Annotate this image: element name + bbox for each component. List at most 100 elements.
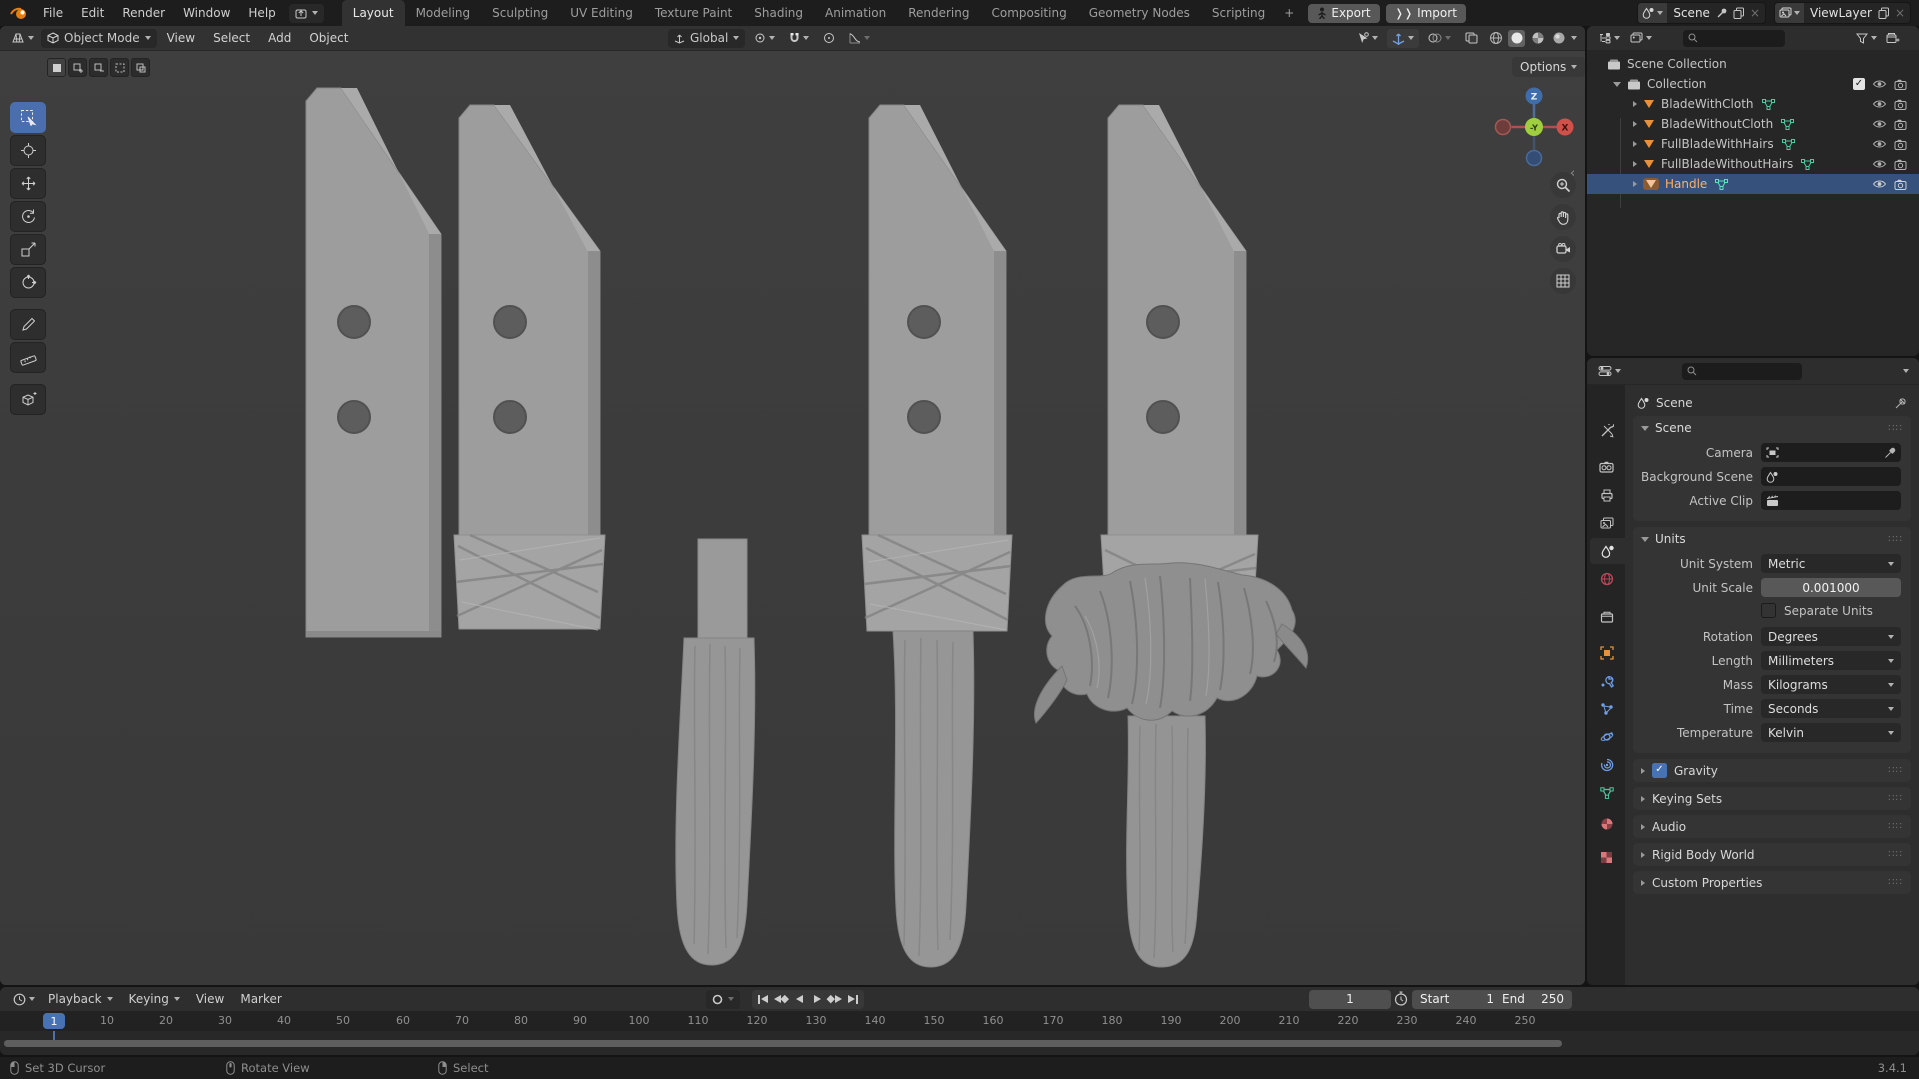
timeline-scrollbar[interactable]: [4, 1040, 1562, 1047]
pin-icon[interactable]: [1716, 7, 1728, 19]
panel-units-header[interactable]: Units ∷∷: [1633, 527, 1911, 551]
options-button[interactable]: Options: [1512, 57, 1585, 77]
scene-icon[interactable]: [1638, 3, 1668, 23]
tab-world[interactable]: [1590, 566, 1623, 592]
panel-gravity[interactable]: ✓ Gravity ∷∷: [1633, 759, 1911, 782]
tab-sculpting[interactable]: Sculpting: [481, 0, 559, 26]
zoom-icon[interactable]: [1550, 172, 1576, 198]
tool-cursor[interactable]: [10, 135, 46, 166]
panel-scene-header[interactable]: Scene ∷∷: [1633, 416, 1911, 440]
current-frame-field[interactable]: 1: [1309, 989, 1391, 1009]
menu-keying[interactable]: Keying: [121, 992, 188, 1006]
timeline-editor-icon[interactable]: [8, 990, 40, 1009]
mass-dropdown[interactable]: Kilograms: [1761, 675, 1901, 694]
mode-dropdown[interactable]: Object Mode: [41, 28, 157, 48]
temperature-dropdown[interactable]: Kelvin: [1761, 723, 1901, 742]
tab-modeling[interactable]: Modeling: [405, 0, 482, 26]
menu-file[interactable]: File: [34, 0, 72, 26]
add-workspace-button[interactable]: +: [1276, 6, 1302, 20]
jump-to-start-button[interactable]: [754, 991, 772, 1008]
hide-icon[interactable]: [1872, 79, 1887, 89]
visibility-dropdown[interactable]: [1352, 29, 1383, 48]
rotation-dropdown[interactable]: Degrees: [1761, 627, 1901, 646]
panel-grip[interactable]: ∷∷: [1888, 534, 1903, 545]
outliner-row-fullbladewithouthairs[interactable]: FullBladeWithoutHairs: [1587, 154, 1919, 174]
tab-object[interactable]: [1590, 640, 1623, 666]
length-dropdown[interactable]: Millimeters: [1761, 651, 1901, 670]
timeline-ruler[interactable]: 10 20 30 40 50 60 70 80 90 100 110 120 1…: [0, 1011, 1919, 1031]
outliner-row-bladewithoutcloth[interactable]: BladeWithoutCloth: [1587, 114, 1919, 134]
camera-disable-icon[interactable]: [1894, 79, 1907, 90]
shading-solid-button[interactable]: [1508, 29, 1525, 47]
menu-add[interactable]: Add: [260, 31, 299, 45]
tab-view-layer[interactable]: [1590, 510, 1623, 536]
tool-move[interactable]: [10, 168, 46, 199]
shading-material-button[interactable]: [1529, 30, 1546, 47]
panel-grip[interactable]: ∷∷: [1888, 877, 1903, 888]
panel-custom-properties[interactable]: Custom Properties ∷∷: [1633, 871, 1911, 894]
unit-system-dropdown[interactable]: Metric: [1761, 554, 1901, 573]
timeline-track-area[interactable]: [0, 1031, 1919, 1055]
outliner-row-scene-collection[interactable]: Scene Collection: [1587, 54, 1919, 74]
outliner-row-bladewithcloth[interactable]: BladeWithCloth: [1587, 94, 1919, 114]
tab-modifiers[interactable]: [1590, 668, 1623, 694]
filter-button[interactable]: [1851, 29, 1882, 48]
start-frame-field[interactable]: Start 1: [1412, 989, 1502, 1009]
tab-animation[interactable]: Animation: [814, 0, 897, 26]
properties-editor-icon[interactable]: [1593, 362, 1626, 381]
eyedropper-icon[interactable]: [1884, 447, 1896, 459]
falloff-dropdown[interactable]: [844, 29, 875, 48]
tool-scale[interactable]: [10, 234, 46, 265]
tool-rotate[interactable]: [10, 201, 46, 232]
xray-toggle[interactable]: [1460, 29, 1483, 48]
panel-grip[interactable]: ∷∷: [1888, 765, 1903, 776]
tab-scripting[interactable]: Scripting: [1201, 0, 1276, 26]
hide-icon[interactable]: [1872, 139, 1887, 149]
tab-particles[interactable]: [1590, 696, 1623, 722]
select-mode-new[interactable]: [47, 58, 66, 77]
scene-selector[interactable]: Scene ×: [1637, 2, 1766, 24]
camera-disable-icon[interactable]: [1894, 119, 1907, 130]
hide-icon[interactable]: [1872, 119, 1887, 129]
camera-view-icon[interactable]: [1550, 236, 1576, 262]
view-layer-icon[interactable]: [1775, 3, 1804, 23]
perspective-toggle-icon[interactable]: [1550, 268, 1576, 294]
tab-uv-editing[interactable]: UV Editing: [559, 0, 644, 26]
tab-render[interactable]: [1590, 454, 1623, 480]
menu-playback[interactable]: Playback: [40, 992, 121, 1006]
tool-annotate[interactable]: [10, 309, 46, 340]
panel-grip[interactable]: ∷∷: [1888, 849, 1903, 860]
tab-scene[interactable]: [1590, 538, 1625, 564]
scene-render[interactable]: [0, 26, 1585, 985]
tab-texture[interactable]: [1590, 844, 1623, 870]
tool-measure[interactable]: [10, 342, 46, 373]
new-collection-button[interactable]: [1886, 32, 1900, 44]
tab-collection-properties[interactable]: [1590, 604, 1623, 630]
panel-rigid-body-world[interactable]: Rigid Body World ∷∷: [1633, 843, 1911, 866]
tab-layout[interactable]: Layout: [341, 0, 405, 26]
gizmo-toggle[interactable]: [1387, 28, 1419, 48]
transform-orientation-dropdown[interactable]: Global: [668, 28, 746, 48]
shading-wireframe-button[interactable]: [1487, 30, 1504, 47]
view-layer-selector[interactable]: ViewLayer ×: [1774, 2, 1911, 24]
snap-toggle[interactable]: [784, 29, 814, 48]
properties-search-input[interactable]: [1682, 362, 1802, 380]
properties-options-icon[interactable]: [1903, 369, 1909, 373]
unit-scale-slider[interactable]: 0.001000: [1761, 578, 1901, 597]
blender-logo-icon[interactable]: [10, 6, 28, 20]
expand-arrow-icon[interactable]: [1633, 161, 1637, 167]
chevron-down-icon[interactable]: [1571, 36, 1577, 40]
current-frame-indicator[interactable]: 1: [43, 1013, 65, 1029]
outliner-editor-icon[interactable]: [1593, 29, 1625, 48]
menu-help[interactable]: Help: [239, 0, 284, 26]
menu-object[interactable]: Object: [301, 31, 356, 45]
camera-disable-icon[interactable]: [1894, 99, 1907, 110]
viewport-3d[interactable]: Object Mode View Select Add Object Globa…: [0, 26, 1585, 985]
camera-disable-icon[interactable]: [1894, 159, 1907, 170]
background-scene-field[interactable]: [1761, 467, 1901, 486]
tool-select-box[interactable]: [10, 102, 46, 133]
tab-texture-paint[interactable]: Texture Paint: [644, 0, 743, 26]
tab-material[interactable]: [1590, 811, 1623, 837]
outliner-row-fullbladewithhairs[interactable]: FullBladeWithHairs: [1587, 134, 1919, 154]
pan-hand-icon[interactable]: [1550, 204, 1576, 230]
